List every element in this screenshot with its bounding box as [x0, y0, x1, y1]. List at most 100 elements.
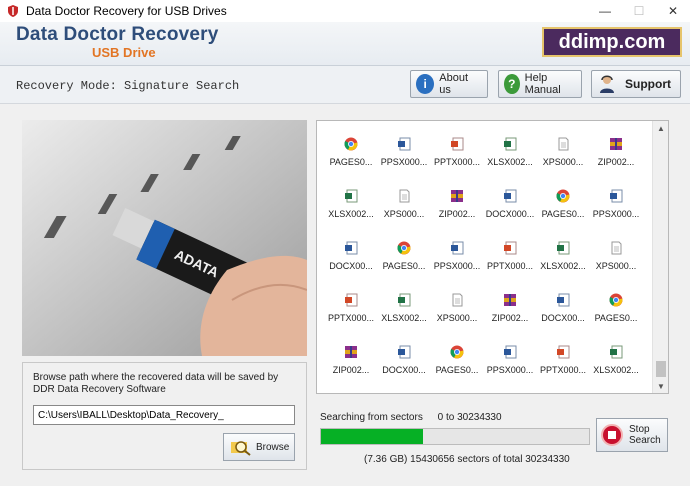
file-item[interactable]: XPS000... [378, 185, 430, 237]
stop-search-label: Stop Search [629, 424, 661, 446]
file-label: PPSX000... [486, 365, 534, 375]
ppsx-file-icon [450, 241, 464, 255]
file-item[interactable]: PPSX000... [590, 185, 642, 237]
vertical-scrollbar[interactable]: ▲ ▼ [652, 121, 668, 393]
file-item[interactable]: PAGES0... [590, 289, 642, 341]
file-item[interactable]: XPS000... [537, 133, 589, 185]
file-label: XLSX002... [540, 261, 586, 271]
file-item[interactable]: PPTX000... [537, 341, 589, 393]
save-path-hint: Browse path where the recovered data wil… [33, 372, 279, 395]
support-button[interactable]: Support [591, 70, 681, 98]
recovered-files-view: PAGES0... PPSX000... PPTX000... XLSX002... X… [316, 120, 669, 394]
file-label: XLSX002... [328, 209, 374, 219]
docx-file-icon [556, 293, 570, 307]
header-banner: Data Doctor Recovery USB Drive ddimp.com [0, 22, 690, 66]
file-label: DOCX00... [541, 313, 585, 323]
file-item[interactable]: DOCX00... [378, 341, 430, 393]
xps-file-icon [397, 189, 411, 203]
file-label: ZIP002... [491, 313, 529, 323]
file-item[interactable]: PPSX000... [484, 341, 536, 393]
file-item[interactable]: ZIP002... [325, 341, 377, 393]
scroll-down-arrow[interactable]: ▼ [653, 379, 668, 393]
xlsx-file-icon [397, 293, 411, 307]
file-label: PPSX000... [380, 157, 428, 167]
file-item[interactable]: XLSX002... [590, 341, 642, 393]
zip-file-icon [503, 293, 517, 307]
file-label: ZIP002... [597, 157, 635, 167]
xlsx-file-icon [344, 189, 358, 203]
file-item[interactable]: DOCX000... [484, 185, 536, 237]
help-manual-button[interactable]: ? Help Manual [498, 70, 582, 98]
file-item[interactable]: PPTX000... [325, 289, 377, 341]
sector-range: 0 to 30234330 [437, 412, 502, 423]
file-label: ZIP002... [332, 365, 370, 375]
file-item[interactable]: ZIP002... [431, 185, 483, 237]
file-label: PAGES0... [329, 157, 373, 167]
file-label: PAGES0... [594, 313, 638, 323]
file-item[interactable]: XLSX002... [378, 289, 430, 341]
title-bar: Data Doctor Recovery for USB Drives — ☐ … [0, 0, 690, 22]
save-path-field[interactable] [33, 405, 295, 425]
browse-label: Browse [256, 441, 290, 453]
file-item[interactable]: PAGES0... [325, 133, 377, 185]
scroll-thumb[interactable] [656, 361, 666, 377]
file-label: ZIP002... [438, 209, 476, 219]
progress-bar [320, 428, 590, 445]
file-label: PPTX000... [539, 365, 587, 375]
file-item[interactable]: DOCX00... [537, 289, 589, 341]
chrome-file-icon [556, 189, 570, 203]
chrome-file-icon [397, 241, 411, 255]
file-item[interactable]: XLSX002... [537, 237, 589, 289]
minimize-button[interactable]: — [588, 0, 622, 22]
xlsx-file-icon [503, 137, 517, 151]
chrome-file-icon [609, 293, 623, 307]
docx-file-icon [397, 345, 411, 359]
file-label: XLSX002... [381, 313, 427, 323]
file-item[interactable]: PPSX000... [378, 133, 430, 185]
file-item[interactable]: PPSX000... [431, 237, 483, 289]
maximize-button[interactable]: ☐ [622, 0, 656, 22]
file-item[interactable]: ZIP002... [590, 133, 642, 185]
toolbar: Recovery Mode: Signature Search i About … [0, 66, 690, 104]
browse-button[interactable]: Browse [223, 433, 295, 461]
close-button[interactable]: ✕ [656, 0, 690, 22]
file-item[interactable]: XLSX002... [484, 133, 536, 185]
file-item[interactable]: ZIP002... [484, 289, 536, 341]
ppsx-file-icon [609, 189, 623, 203]
file-label: XPS000... [383, 209, 425, 219]
docx-file-icon [503, 189, 517, 203]
support-label: Support [625, 77, 671, 91]
main-area: ADATA Browse path where the recovered da… [0, 104, 690, 486]
file-item[interactable]: PAGES0... [378, 237, 430, 289]
searching-label: Searching from sectors [320, 412, 423, 423]
stop-search-button[interactable]: Stop Search [596, 418, 668, 452]
help-manual-label: Help Manual [524, 72, 561, 96]
file-label: PPTX000... [327, 313, 375, 323]
pptx-file-icon [556, 345, 570, 359]
file-item[interactable]: PAGES0... [431, 341, 483, 393]
file-grid: PAGES0... PPSX000... PPTX000... XLSX002... X… [325, 133, 655, 393]
file-item[interactable]: XPS000... [431, 289, 483, 341]
xps-file-icon [450, 293, 464, 307]
zip-file-icon [609, 137, 623, 151]
file-item[interactable]: PPTX000... [431, 133, 483, 185]
chrome-file-icon [344, 137, 358, 151]
file-label: PAGES0... [382, 261, 426, 271]
searching-status: Searching from sectors 0 to 30234330 [320, 412, 502, 423]
file-item[interactable]: PAGES0... [537, 185, 589, 237]
file-label: DOCX00... [382, 365, 426, 375]
about-us-button[interactable]: i About us [410, 70, 488, 98]
about-us-label: About us [439, 72, 469, 96]
scroll-up-arrow[interactable]: ▲ [653, 121, 668, 135]
file-item[interactable]: PPTX000... [484, 237, 536, 289]
file-label: XPS000... [542, 157, 584, 167]
file-label: PPSX000... [592, 209, 640, 219]
pptx-file-icon [503, 241, 517, 255]
file-item[interactable]: DOCX00... [325, 237, 377, 289]
banner-title: Data Doctor Recovery [16, 24, 219, 45]
sectors-status: (7.36 GB) 15430656 sectors of total 3023… [364, 454, 570, 465]
file-label: XLSX002... [487, 157, 533, 167]
file-label: PAGES0... [435, 365, 479, 375]
file-item[interactable]: XPS000... [590, 237, 642, 289]
file-item[interactable]: XLSX002... [325, 185, 377, 237]
